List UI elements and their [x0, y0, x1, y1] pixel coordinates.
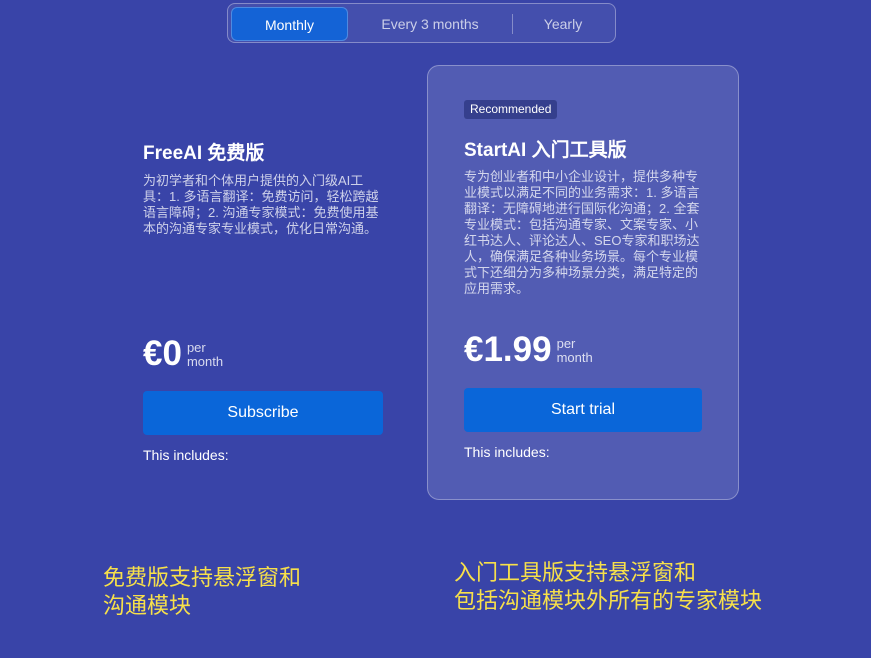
- period-option-every-3-months[interactable]: Every 3 months: [356, 7, 504, 41]
- includes-label: This includes:: [464, 444, 550, 460]
- includes-label: This includes:: [143, 447, 229, 463]
- plan-title: StartAI 入门工具版: [464, 140, 627, 161]
- plan-title: FreeAI 免费版: [143, 143, 265, 164]
- price-period: per month: [557, 337, 593, 365]
- plan-description: 为初学者和个体用户提供的入门级AI工具：1. 多语言翻译：免费访问，轻松跨越语言…: [143, 173, 379, 236]
- annotation-line: 免费版支持悬浮窗和: [103, 565, 302, 590]
- annotation-line: 包括沟通模块外所有的专家模块: [454, 588, 763, 613]
- annotation-free-plan: 免费版支持悬浮窗和 沟通模块: [103, 564, 301, 620]
- price-period-unit: month: [556, 350, 593, 365]
- period-option-yearly[interactable]: Yearly: [513, 7, 613, 41]
- price-period-per: per: [556, 336, 576, 351]
- price-amount: €1.99: [464, 330, 552, 369]
- annotation-start-plan: 入门工具版支持悬浮窗和 包括沟通模块外所有的专家模块: [454, 559, 762, 615]
- subscribe-button[interactable]: Subscribe: [143, 391, 383, 435]
- period-option-monthly[interactable]: Monthly: [231, 7, 348, 41]
- price-period-unit: month: [186, 354, 224, 369]
- recommended-badge: Recommended: [464, 100, 558, 119]
- plan-card-start: Recommended StartAI 入门工具版 专为创业者和中小企业设计，提…: [427, 65, 739, 500]
- price-row: €1.99 per month: [464, 330, 593, 370]
- price-amount: €0: [143, 334, 182, 373]
- annotation-line: 沟通模块: [103, 593, 192, 618]
- billing-period-toggle: Monthly Every 3 months Yearly: [227, 3, 616, 43]
- plan-card-free: FreeAI 免费版 为初学者和个体用户提供的入门级AI工具：1. 多语言翻译：…: [143, 66, 383, 500]
- price-row: €0 per month: [143, 334, 223, 374]
- price-period-per: per: [186, 340, 206, 355]
- annotation-line: 入门工具版支持悬浮窗和: [454, 560, 697, 585]
- plan-description: 专为创业者和中小企业设计，提供多种专业模式以满足不同的业务需求：1. 多语言翻译…: [464, 169, 700, 296]
- price-period: per month: [187, 341, 223, 369]
- start-trial-button[interactable]: Start trial: [464, 388, 702, 432]
